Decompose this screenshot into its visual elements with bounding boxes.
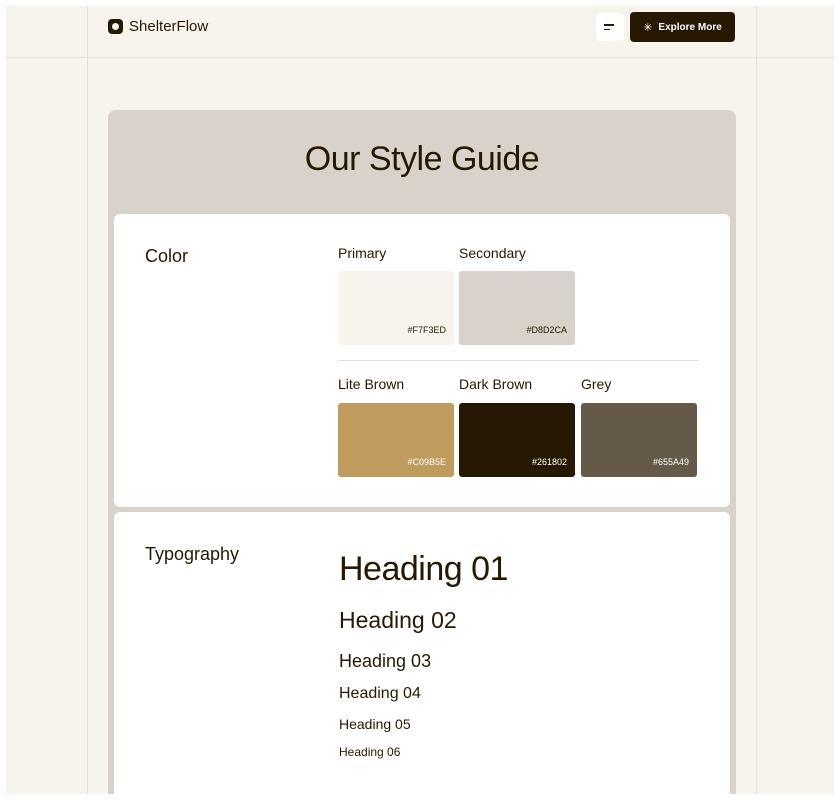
color-divider (338, 360, 699, 361)
swatch-lite-brown: #C09B5E (338, 403, 454, 477)
swatch-label-grey: Grey (581, 376, 612, 392)
menu-icon (604, 24, 614, 26)
typography-section-label: Typography (145, 544, 240, 564)
swatch-hex-primary: #F7F3ED (407, 325, 446, 335)
swatch-hex-lite-brown: #C09B5E (407, 457, 446, 467)
sparkle-icon: ✳ (643, 21, 653, 34)
swatch-label-primary: Primary (338, 245, 387, 261)
grid-line-left (87, 6, 88, 794)
logo-icon (108, 19, 123, 34)
heading-05-sample: Heading 05 (339, 716, 411, 732)
explore-more-button[interactable]: ✳ Explore More (630, 12, 735, 42)
swatch-hex-grey: #655A49 (652, 457, 689, 467)
color-card: Color Primary #F7F3ED Secondary #D8D2CA … (114, 214, 730, 507)
page: ShelterFlow ✳ Explore More Our Style Gui… (6, 6, 834, 794)
heading-03-sample: Heading 03 (339, 651, 432, 671)
heading-01-sample: Heading 01 (339, 550, 508, 588)
swatch-hex-secondary: #D8D2CA (526, 325, 567, 335)
swatch-label-secondary: Secondary (459, 245, 526, 261)
heading-06-sample: Heading 06 (339, 745, 401, 759)
swatch-dark-brown: #261802 (459, 403, 575, 477)
color-section-label: Color (145, 246, 189, 266)
style-guide-panel: Our Style Guide Color Primary #F7F3ED Se… (108, 110, 736, 794)
heading-02-sample: Heading 02 (339, 607, 457, 633)
heading-04-sample: Heading 04 (339, 685, 421, 702)
menu-button[interactable] (596, 13, 624, 41)
swatch-label-lite-brown: Lite Brown (338, 376, 405, 392)
brand-name: ShelterFlow (129, 18, 209, 35)
swatch-label-dark-brown: Dark Brown (459, 376, 533, 392)
swatch-secondary: #D8D2CA (459, 271, 575, 345)
brand-logo[interactable]: ShelterFlow (108, 18, 208, 35)
page-title: Our Style Guide (304, 140, 540, 178)
swatch-primary: #F7F3ED (338, 271, 454, 345)
typography-card: Typography Heading 01 Heading 02 Heading… (114, 512, 730, 794)
header-divider (6, 57, 834, 58)
menu-icon-line (604, 28, 610, 30)
explore-more-label: Explore More (658, 21, 722, 33)
swatch-hex-dark-brown: #261802 (531, 457, 567, 467)
swatch-grey: #655A49 (581, 403, 697, 477)
grid-line-right (756, 6, 757, 794)
